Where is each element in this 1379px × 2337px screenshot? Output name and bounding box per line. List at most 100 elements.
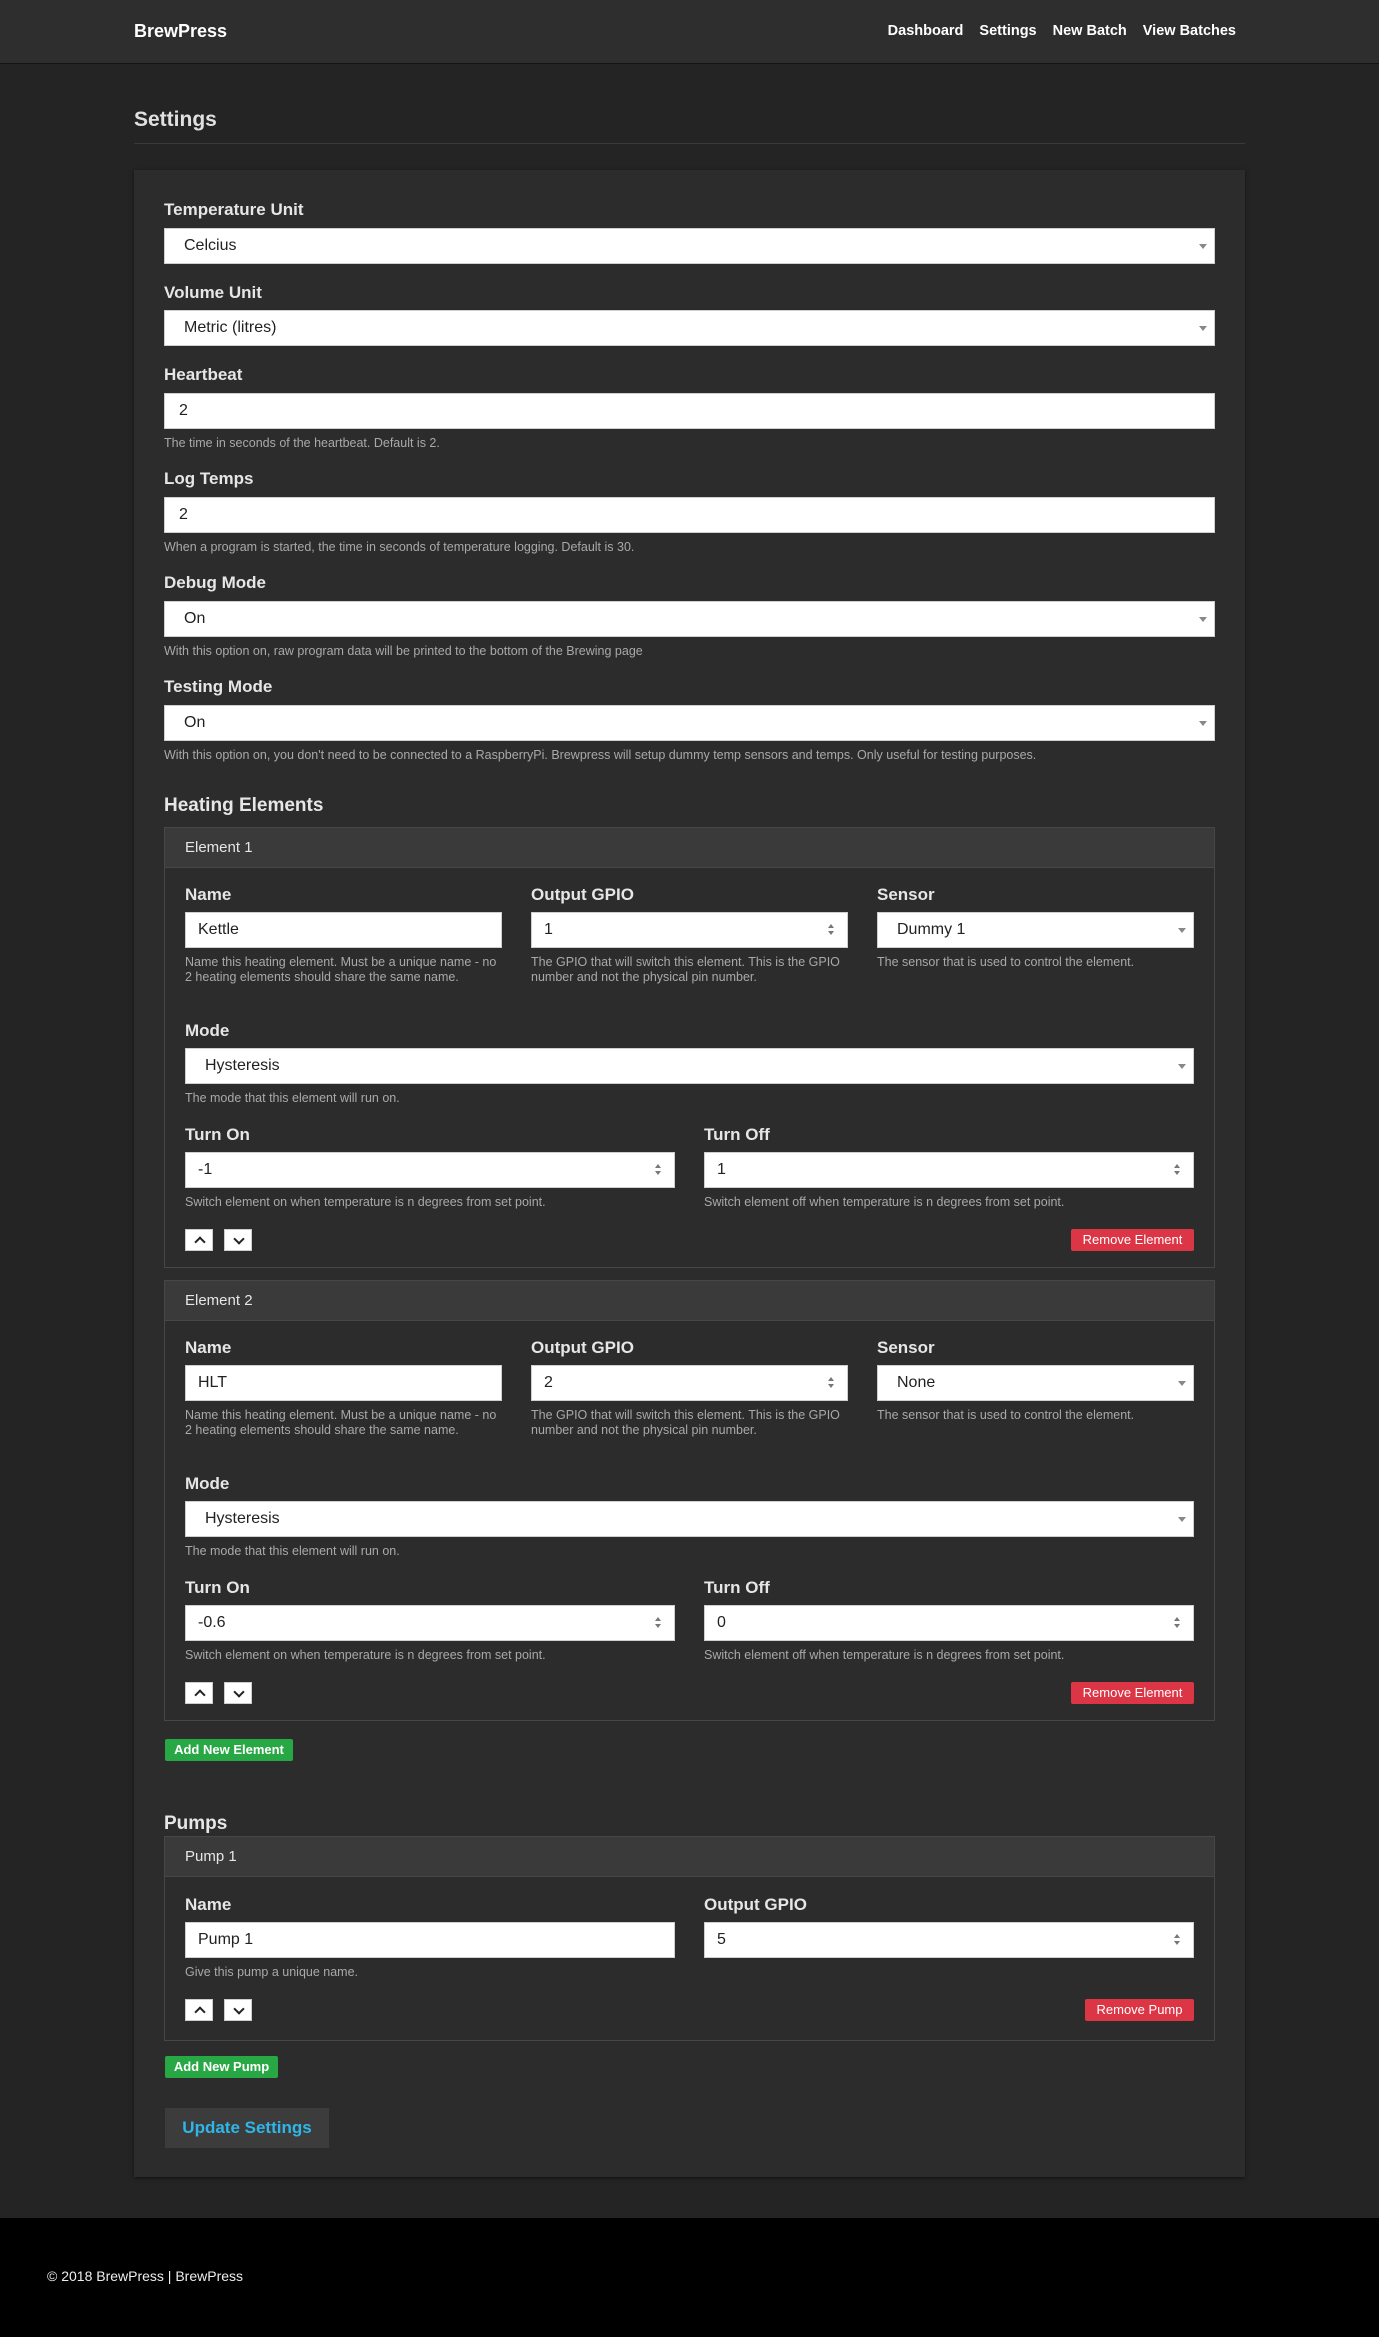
element-mode-help: The mode that this element will run on. [185,1091,400,1105]
element-turn-off-label: Turn Off [704,1578,770,1597]
element-name-label: Name [185,1338,232,1357]
add-pump-button[interactable]: Add New Pump [165,2056,278,2078]
element-name-input[interactable]: HLT [185,1365,502,1401]
title-divider [134,143,1245,144]
element-turn-off-help: Switch element off when temperature is n… [704,1648,1065,1662]
heartbeat-value: 2 [179,402,188,419]
move-down-button[interactable] [224,1682,252,1704]
chevron-down-icon [1178,1517,1186,1522]
move-down-button[interactable] [224,1999,252,2021]
element-name-help: Name this heating element. Must be a uni… [185,1408,497,1437]
chevron-down-icon [233,2003,245,2015]
remove-element-button[interactable]: Remove Element [1071,1682,1194,1704]
element-turn-off-value: 0 [717,1614,726,1631]
element-sensor-select[interactable]: None [877,1365,1194,1401]
chevron-down-icon [1178,928,1186,933]
debug-mode-label: Debug Mode [164,573,266,592]
nav-settings[interactable]: Settings [979,23,1036,39]
element-name-help: Name this heating element. Must be a uni… [185,955,497,984]
element-mode-label: Mode [185,1474,230,1493]
volume-unit-value: Metric (litres) [184,319,277,336]
element-gpio-label: Output GPIO [531,1338,634,1357]
element-header: Element 1 [165,828,1214,868]
settings-card: Temperature Unit Celcius Volume Unit Met… [134,170,1245,2177]
element-turn-off-help: Switch element off when temperature is n… [704,1195,1065,1209]
page-title: Settings [134,108,217,131]
chevron-down-icon [1178,1381,1186,1386]
spinner-icon[interactable] [1173,1932,1183,1948]
element-turn-on-help: Switch element on when temperature is n … [185,1648,546,1662]
element-gpio-input[interactable]: 1 [531,912,848,948]
element-turn-off-input[interactable]: 1 [704,1152,1194,1188]
heartbeat-label: Heartbeat [164,365,243,384]
element-mode-label: Mode [185,1021,230,1040]
testing-mode-select[interactable]: On [164,705,1215,741]
spinner-icon[interactable] [827,922,837,938]
chevron-down-icon [1199,721,1207,726]
element-turn-on-label: Turn On [185,1578,250,1597]
element-sensor-select[interactable]: Dummy 1 [877,912,1194,948]
volume-unit-label: Volume Unit [164,283,262,302]
pump-gpio-value: 5 [717,1931,726,1948]
pump-header: Pump 1 [165,1837,1214,1877]
nav-new-batch[interactable]: New Batch [1053,23,1127,39]
move-up-button[interactable] [185,1229,213,1251]
spinner-icon[interactable] [654,1162,664,1178]
element-sensor-label: Sensor [877,1338,935,1357]
add-element-button[interactable]: Add New Element [165,1739,293,1761]
testing-mode-value: On [184,714,206,731]
spinner-icon[interactable] [1173,1162,1183,1178]
pump-name-label: Name [185,1895,232,1914]
chevron-up-icon [194,1689,206,1701]
navbar: BrewPress Dashboard Settings New Batch V… [0,0,1379,64]
element-turn-on-help: Switch element on when temperature is n … [185,1195,546,1209]
pumps-title: Pumps [164,1813,228,1834]
chevron-down-icon [233,1686,245,1698]
pump-name-input[interactable]: Pump 1 [185,1922,675,1958]
element-turn-on-input[interactable]: -1 [185,1152,675,1188]
log-temps-input[interactable]: 2 [164,497,1215,533]
chevron-up-icon [194,2006,206,2018]
nav-links: Dashboard Settings New Batch View Batche… [888,23,1236,39]
move-up-button[interactable] [185,1682,213,1704]
element-panel: Element 2 Name HLT Name this heating ele… [164,1280,1215,1721]
heartbeat-input[interactable]: 2 [164,393,1215,429]
volume-unit-select[interactable]: Metric (litres) [164,310,1215,346]
element-mode-value: Hysteresis [205,1057,280,1074]
spinner-icon[interactable] [827,1375,837,1391]
temperature-unit-select[interactable]: Celcius [164,228,1215,264]
chevron-down-icon [1199,326,1207,331]
heating-elements-title: Heating Elements [164,795,324,816]
element-name-label: Name [185,885,232,904]
element-turn-on-input[interactable]: -0.6 [185,1605,675,1641]
debug-mode-value: On [184,610,206,627]
pump-gpio-input[interactable]: 5 [704,1922,1194,1958]
element-gpio-help: The GPIO that will switch this element. … [531,1408,840,1437]
element-turn-on-value: -1 [198,1161,213,1178]
spinner-icon[interactable] [654,1615,664,1631]
element-turn-on-label: Turn On [185,1125,250,1144]
heartbeat-help: The time in seconds of the heartbeat. De… [164,436,440,450]
spinner-icon[interactable] [1173,1615,1183,1631]
temperature-unit-value: Celcius [184,237,237,254]
move-up-button[interactable] [185,1999,213,2021]
debug-mode-select[interactable]: On [164,601,1215,637]
remove-pump-button[interactable]: Remove Pump [1085,1999,1194,2021]
element-turn-off-input[interactable]: 0 [704,1605,1194,1641]
brand-logo[interactable]: BrewPress [134,21,227,42]
element-name-input[interactable]: Kettle [185,912,502,948]
remove-element-button[interactable]: Remove Element [1071,1229,1194,1251]
nav-view-batches[interactable]: View Batches [1143,23,1236,39]
element-gpio-input[interactable]: 2 [531,1365,848,1401]
element-sensor-value: None [897,1374,936,1391]
element-mode-select[interactable]: Hysteresis [185,1048,1194,1084]
update-settings-button[interactable]: Update Settings [165,2108,329,2148]
testing-mode-help: With this option on, you don't need to b… [164,748,1037,762]
move-down-button[interactable] [224,1229,252,1251]
element-mode-select[interactable]: Hysteresis [185,1501,1194,1537]
chevron-down-icon [233,1233,245,1245]
element-mode-help: The mode that this element will run on. [185,1544,400,1558]
nav-dashboard[interactable]: Dashboard [888,23,964,39]
pump-name-value: Pump 1 [198,1931,254,1948]
log-temps-label: Log Temps [164,469,254,488]
